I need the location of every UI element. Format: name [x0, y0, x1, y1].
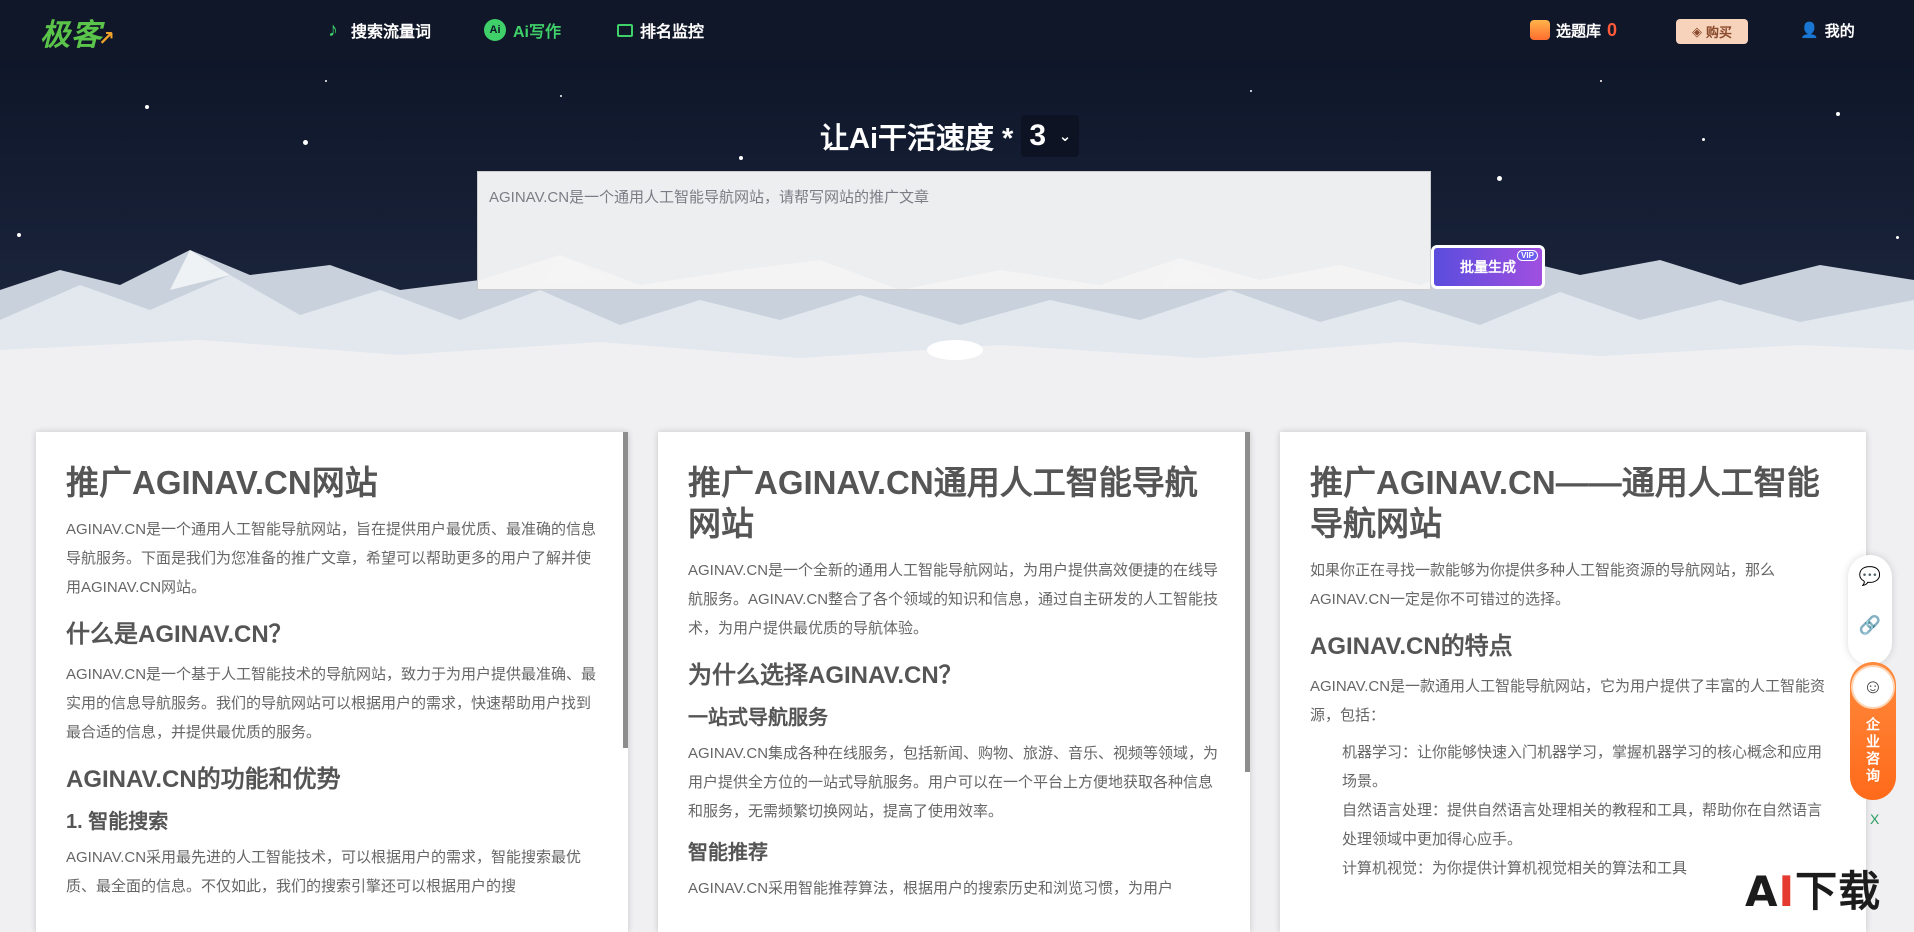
user-menu[interactable]: 👤 我的 — [1800, 16, 1855, 44]
user-icon: 👤 — [1800, 22, 1819, 39]
buy-button[interactable]: ◈ 购买 — [1676, 19, 1748, 44]
diamond-icon: ◈ — [1691, 23, 1702, 39]
star — [1250, 90, 1252, 92]
card-subheading: 一站式导航服务 — [688, 707, 828, 729]
speed-value: 3 — [1029, 119, 1047, 152]
prompt-text: AGINAV.CN是一个通用人工智能导航网站，请帮写网站的推广文章 — [489, 189, 930, 206]
card-paragraph: AGINAV.CN是一款通用人工智能导航网站，它为用户提供了丰富的人工智能资源，… — [1310, 678, 1826, 724]
star — [1836, 112, 1840, 116]
link-icon[interactable]: 🔗 — [1859, 614, 1881, 636]
list-item: 自然语言处理：提供自然语言处理相关的教程和工具，帮助你在自然语言处理领域中更加得… — [1342, 802, 1823, 848]
card-intro: AGINAV.CN是一个全新的通用人工智能导航网站，为用户提供高效便捷的在线导航… — [688, 562, 1219, 637]
avatar: ☺ — [1851, 665, 1895, 709]
watermark-logo: AI下载 — [1745, 858, 1881, 919]
user-label: 我的 — [1824, 22, 1855, 40]
card-intro: 如果你正在寻找一款能够为你提供多种人工智能资源的导航网站，那么AGINAV.CN… — [1310, 562, 1776, 608]
star — [1600, 80, 1602, 82]
scrollbar[interactable] — [623, 432, 628, 748]
site-logo[interactable]: 极客↗ — [40, 10, 116, 53]
card-subheading: 智能推荐 — [688, 842, 768, 864]
floating-toolbar: 💬 🔗 — [1848, 555, 1892, 665]
star — [739, 156, 743, 160]
generate-label: 批量生成 — [1460, 259, 1516, 275]
top-navbar: 极客↗ ♪ 搜索流量词 Ai Ai写作 排名监控 选题库 0 ◈ 购买 👤 我的 — [0, 0, 1914, 60]
hero-title-text: 让Ai干活速度 * — [820, 123, 1014, 155]
nav-search-traffic[interactable]: ♪ 搜索流量词 — [322, 18, 431, 42]
tiktok-icon: ♪ — [328, 18, 338, 41]
library-icon — [1530, 20, 1550, 40]
monitor-icon — [617, 23, 633, 37]
nav-ai-writing[interactable]: Ai Ai写作 — [484, 18, 561, 42]
card-subheading: 1. 智能搜索 — [66, 811, 169, 833]
star — [325, 80, 327, 82]
enterprise-consult-button[interactable]: ☺ 企业咨询 — [1850, 662, 1896, 800]
article-card-1: 推广AGINAV.CN网站 AGINAV.CN是一个通用人工智能导航网站，旨在提… — [36, 432, 628, 932]
library-count: 0 — [1607, 19, 1618, 40]
card-heading: 为什么选择AGINAV.CN？ — [688, 662, 963, 689]
article-card-2: 推广AGINAV.CN通用人工智能导航网站 AGINAV.CN是一个全新的通用人… — [658, 432, 1250, 932]
hero-title: 让Ai干活速度 * 3 ⌄ — [820, 115, 1080, 157]
chevron-down-icon: ⌄ — [1058, 128, 1072, 145]
nav-label: 搜索流量词 — [351, 24, 432, 41]
card-paragraph: AGINAV.CN采用最先进的人工智能技术，可以根据用户的需求，智能搜索最优质、… — [66, 849, 582, 895]
card-title: 推广AGINAV.CN网站 — [66, 464, 378, 501]
star — [145, 105, 149, 109]
star — [560, 95, 562, 97]
consult-label: 企业咨询 — [1865, 717, 1881, 785]
nav-rank-monitor[interactable]: 排名监控 — [617, 18, 704, 42]
card-heading: AGINAV.CN的功能和优势 — [66, 766, 341, 793]
list-item: 机器学习：让你能够快速入门机器学习，掌握机器学习的核心概念和应用场景。 — [1342, 744, 1823, 790]
star — [303, 140, 308, 145]
card-intro: AGINAV.CN是一个通用人工智能导航网站，旨在提供用户最优质、最准确的信息导… — [66, 521, 597, 596]
batch-generate-button[interactable]: 批量生成 VIP — [1431, 245, 1545, 289]
chat-icon[interactable]: 💬 — [1859, 565, 1881, 587]
star — [1702, 138, 1705, 141]
card-paragraph: AGINAV.CN是一个基于人工智能技术的导航网站，致力于为用户提供最准确、最实… — [66, 666, 597, 741]
card-title: 推广AGINAV.CN通用人工智能导航网站 — [688, 464, 1198, 542]
topic-library-link[interactable]: 选题库 0 — [1530, 16, 1617, 44]
library-label: 选题库 — [1556, 22, 1602, 40]
star — [1497, 176, 1502, 181]
card-paragraph: AGINAV.CN采用智能推荐算法，根据用户的搜索历史和浏览习惯，为用户 — [688, 880, 1174, 897]
nav-label: 排名监控 — [640, 24, 705, 41]
vip-badge: VIP — [1517, 250, 1538, 261]
close-icon[interactable]: X — [1870, 811, 1879, 827]
prompt-textarea[interactable]: AGINAV.CN是一个通用人工智能导航网站，请帮写网站的推广文章 — [477, 171, 1431, 290]
speed-select[interactable]: 3 ⌄ — [1021, 115, 1080, 157]
card-heading: AGINAV.CN的特点 — [1310, 633, 1513, 660]
card-heading: 什么是AGINAV.CN？ — [66, 621, 293, 648]
article-card-3: 推广AGINAV.CN——通用人工智能导航网站 如果你正在寻找一款能够为你提供多… — [1280, 432, 1866, 932]
buy-label: 购买 — [1705, 25, 1732, 40]
card-paragraph: AGINAV.CN集成各种在线服务，包括新闻、购物、旅游、音乐、视频等领域，为用… — [688, 745, 1219, 820]
scrollbar[interactable] — [1245, 432, 1250, 772]
nav-label: Ai写作 — [513, 24, 562, 41]
ai-icon: Ai — [484, 19, 506, 41]
card-title: 推广AGINAV.CN——通用人工智能导航网站 — [1310, 464, 1820, 542]
